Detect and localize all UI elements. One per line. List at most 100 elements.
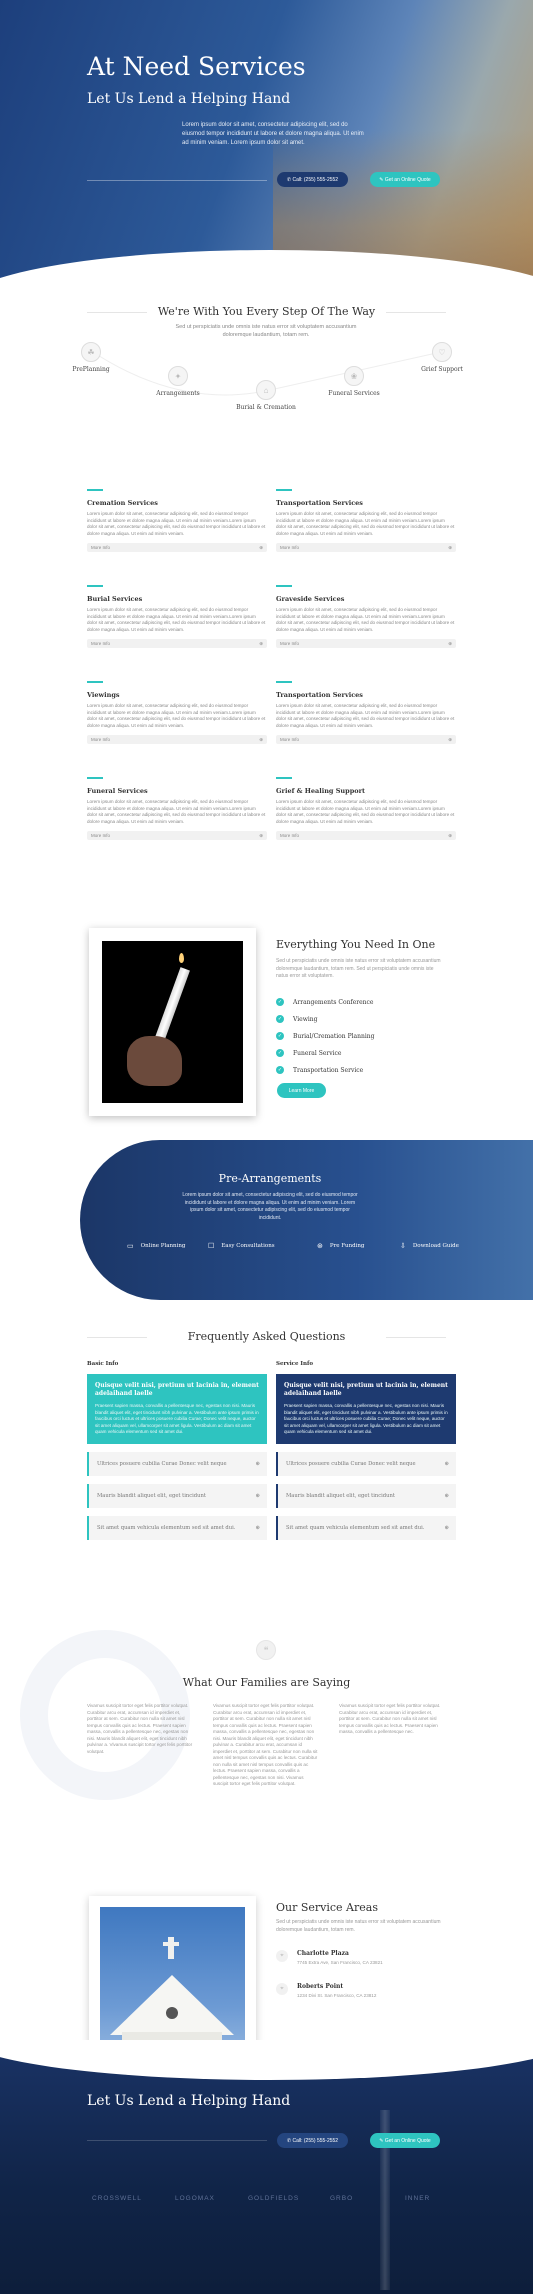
more-info-button[interactable]: More Info ⊕ (87, 735, 267, 744)
faq-item[interactable]: Ultrices posuere cubilia Curae Donec vel… (87, 1451, 267, 1476)
steps-subtitle: Sed ut perspiciatis unde omnis iste natu… (175, 324, 357, 338)
partner-logo: LOGOMAX (175, 2195, 215, 2202)
step-grief-support[interactable]: ♡ Grief Support (402, 342, 482, 373)
testimonial-text: Vivamus suscipit tortor eget felis portt… (213, 1703, 318, 1786)
service-card: Funeral Services Lorem ipsum dolor sit am… (87, 777, 267, 840)
prearr-text: Lorem ipsum dolor sit amet, consectetur … (182, 1192, 358, 1221)
footer-quote-button[interactable]: ✎ Get an Online Quote (370, 2133, 440, 2148)
check-icon: ✓ (276, 1032, 284, 1040)
faq-basic-column: Basic Info Quisque velit nisi, pretium u… (87, 1361, 267, 1540)
plus-icon: ⊕ (255, 1460, 260, 1467)
map-pin-icon: ⌖ (276, 1950, 288, 1962)
faq-open-item[interactable]: Quisque velit nisi, pretium ut lacinia i… (87, 1374, 267, 1444)
service-card: Graveside Services Lorem ipsum dolor sit … (276, 585, 456, 648)
plus-icon: ⊕ (259, 544, 263, 550)
check-icon: ✓ (276, 1049, 284, 1057)
location-item[interactable]: ⌖ Charlotte Plaza 7745 Extra Ave, San Fran… (276, 1950, 383, 1965)
check-item: ✓ Transportation Service (276, 1066, 364, 1074)
burial-icon: ⌂ (256, 380, 276, 400)
service-card: Grief & Healing Support Lorem ipsum dolor… (276, 777, 456, 840)
more-info-button[interactable]: More Info ⊕ (276, 639, 456, 648)
laptop-icon: ▭ (127, 1243, 134, 1250)
plus-icon: ⊕ (259, 640, 263, 646)
more-info-button[interactable]: More Info ⊕ (276, 831, 456, 840)
prearr-title: Pre-Arrangements (218, 1172, 322, 1185)
areas-title: Our Service Areas (276, 1901, 378, 1914)
download-icon: ⇩ (400, 1243, 406, 1250)
funeral-icon: ❀ (344, 366, 364, 386)
check-item: ✓ Funeral Service (276, 1049, 342, 1057)
call-button[interactable]: ✆ Call: (255) 555-2552 (277, 172, 348, 187)
service-card: Cremation Services Lorem ipsum dolor sit … (87, 489, 267, 552)
steps-title: We're With You Every Step Of The Way (157, 305, 376, 318)
online-quote-button[interactable]: ✎ Get an Online Quote (370, 172, 440, 187)
pre-arrangements-section: Pre-Arrangements Lorem ipsum dolor sit a… (80, 1140, 533, 1300)
plus-icon: ⊕ (444, 1460, 449, 1467)
faq-open-item[interactable]: Quisque velit nisi, pretium ut lacinia i… (276, 1374, 456, 1444)
service-card: Viewings Lorem ipsum dolor sit amet, cons… (87, 681, 267, 744)
chat-icon: ☐ (208, 1243, 215, 1250)
plus-icon: ⊕ (444, 1492, 449, 1499)
check-item: ✓ Burial/Cremation Planning (276, 1032, 375, 1040)
hero-divider-left (87, 180, 267, 181)
check-icon: ✓ (276, 1066, 284, 1074)
prearr-download-guide[interactable]: ⇩ Download Guide (400, 1242, 459, 1250)
step-preplanning[interactable]: ☘ PrePlanning (51, 342, 131, 373)
step-funeral-services[interactable]: ❀ Funeral Services (314, 366, 394, 397)
areas-text: Sed ut perspiciatis unde omnis iste natu… (276, 1919, 441, 1933)
faq-item[interactable]: Sit amet quam vehicula elementum sed sit… (276, 1515, 456, 1540)
more-info-button[interactable]: More Info ⊕ (87, 639, 267, 648)
plus-icon: ⊕ (255, 1524, 260, 1531)
faq-title: Frequently Asked Questions (187, 1330, 346, 1343)
faq-item[interactable]: Sit amet quam vehicula elementum sed sit… (87, 1515, 267, 1540)
footer-call-button[interactable]: ✆ Call: (255) 555-2552 (277, 2133, 348, 2148)
quote-icon: ❝ (256, 1640, 276, 1660)
partner-logo: GOLDFIELDS (248, 2195, 300, 2202)
plus-icon: ⊕ (448, 544, 452, 550)
more-info-button[interactable]: More Info ⊕ (276, 543, 456, 552)
step-arrangements[interactable]: ✦ Arrangements (138, 366, 218, 397)
more-info-button[interactable]: More Info ⊕ (87, 831, 267, 840)
hero-title: At Need Services (87, 52, 306, 81)
prearr-consultations[interactable]: ☐ Easy Consultations (208, 1242, 275, 1250)
testimonials-title: What Our Families are Saying (182, 1676, 351, 1689)
prearr-online-planning[interactable]: ▭ Online Planning (127, 1242, 185, 1250)
service-card: Transportation Services Lorem ipsum dolor… (276, 489, 456, 552)
partner-logo: GRBO (330, 2195, 354, 2202)
plus-icon: ⊕ (259, 832, 263, 838)
location-item[interactable]: ⌖ Roberts Point 1234 Divi St. San Francisc… (276, 1983, 376, 1998)
hero-subtitle: Let Us Lend a Helping Hand (87, 91, 291, 107)
step-burial-cremation[interactable]: ⌂ Burial & Cremation (226, 380, 306, 411)
faq-item[interactable]: Ultrices posuere cubilia Curae Donec vel… (276, 1451, 456, 1476)
partner-logo: CROSSWELL (92, 2195, 142, 2202)
learn-more-button[interactable]: Learn More (277, 1083, 326, 1098)
testimonial-text: Vivamus suscipit tortor eget felis portt… (339, 1703, 441, 1734)
plus-icon: ⊕ (255, 1492, 260, 1499)
service-card: Burial Services Lorem ipsum dolor sit ame… (87, 585, 267, 648)
footer-title: Let Us Lend a Helping Hand (87, 2093, 291, 2109)
plus-icon: ⊕ (448, 736, 452, 742)
money-icon: ⊛ (317, 1243, 323, 1250)
more-info-button[interactable]: More Info ⊕ (276, 735, 456, 744)
plus-icon: ⊕ (448, 832, 452, 838)
faq-item[interactable]: Mauris blandit aliquet elit, eget tincid… (87, 1483, 267, 1508)
prearr-pre-funding[interactable]: ⊛ Pre Funding (317, 1242, 364, 1250)
faq-item[interactable]: Mauris blandit aliquet elit, eget tincid… (276, 1483, 456, 1508)
testimonial-text: Vivamus suscipit tortor eget felis portt… (87, 1703, 193, 1754)
preplanning-icon: ☘ (81, 342, 101, 362)
check-item: ✓ Arrangements Conference (276, 998, 374, 1006)
plus-icon: ⊕ (259, 736, 263, 742)
footer-wave-divider (0, 2040, 533, 2080)
candle-photo (89, 928, 256, 1116)
partner-logo: INNER (405, 2195, 431, 2202)
check-icon: ✓ (276, 998, 284, 1006)
more-info-button[interactable]: More Info ⊕ (87, 543, 267, 552)
service-card: Transportation Services Lorem ipsum dolor… (276, 681, 456, 744)
footer-divider (87, 2140, 267, 2141)
hero-text: Lorem ipsum dolor sit amet, consectetur … (182, 122, 364, 146)
plus-icon: ⊕ (444, 1524, 449, 1531)
faq-service-column: Service Info Quisque velit nisi, pretium… (276, 1361, 456, 1540)
grief-support-icon: ♡ (432, 342, 452, 362)
map-pin-icon: ⌖ (276, 1983, 288, 1995)
everything-text: Sed ut perspiciatis unde omnis iste natu… (276, 958, 441, 979)
